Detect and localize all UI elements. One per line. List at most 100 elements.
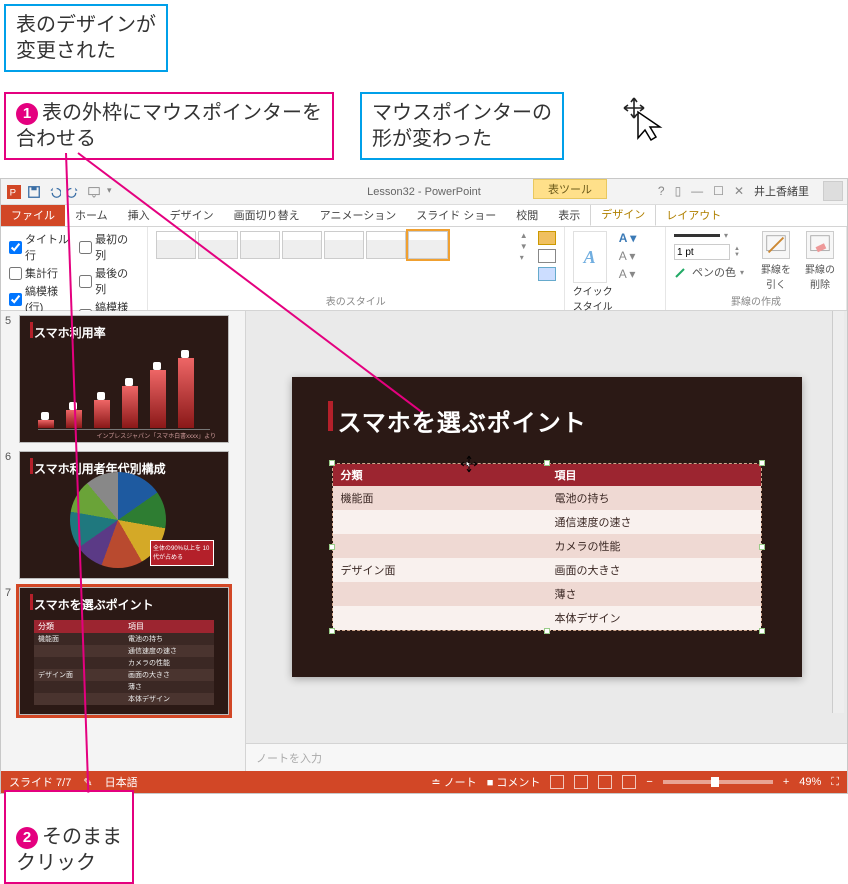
thumbnail-slide-7[interactable]: スマホを選ぶポイント 分類項目 機能面電池の持ち 通信速度の速さ カメラの性能 … — [19, 587, 229, 715]
tab-insert[interactable]: 挿入 — [118, 204, 160, 226]
redo-icon[interactable] — [67, 185, 81, 199]
tab-slideshow[interactable]: スライド ショー — [406, 204, 506, 226]
fit-window-icon[interactable]: ⛶ — [831, 776, 839, 789]
slide-canvas[interactable]: スマホを選ぶポイント 分類 項目 機能面電池の持ち 通信速度の速さ カメラの性能… — [292, 377, 802, 677]
tab-animation[interactable]: アニメーション — [310, 204, 407, 226]
step-1-badge: 1 — [16, 103, 38, 125]
thumb-6-callout: 全体の90%以上を 10代が占める — [150, 540, 214, 566]
tab-table-layout[interactable]: レイアウト — [656, 204, 731, 226]
view-sorter-icon[interactable] — [574, 775, 588, 789]
table-header-1[interactable]: 分類 — [333, 464, 547, 486]
zoom-slider[interactable] — [663, 780, 773, 784]
borders-icon[interactable] — [538, 249, 556, 263]
zoom-level[interactable]: 49% — [799, 776, 821, 788]
group-borders: 罫線の作成 — [674, 291, 838, 310]
callout-pointer-changed: マウスポインターの 形が変わった — [360, 92, 564, 160]
table-cell[interactable]: 機能面 — [333, 486, 547, 510]
tab-home[interactable]: ホーム — [65, 204, 118, 226]
view-slideshow-icon[interactable] — [622, 775, 636, 789]
slide-title[interactable]: スマホを選ぶポイント — [338, 403, 587, 438]
thumbnail-slide-5[interactable]: スマホ利用率 インプレスジャパン「スマホ白書xxxx」より — [19, 315, 229, 443]
tab-transition[interactable]: 画面切り替え — [224, 204, 310, 226]
opt-last-col[interactable]: 最後の列 — [79, 265, 139, 297]
notes-pane[interactable]: ノートを入力 — [246, 743, 847, 771]
thumb-num-7: 7 — [5, 587, 19, 715]
close-icon[interactable]: ✕ — [734, 184, 744, 198]
quick-style-button[interactable]: A — [573, 231, 607, 283]
start-slideshow-icon[interactable] — [87, 185, 101, 199]
shading-icon[interactable] — [538, 231, 556, 245]
table-cell[interactable]: 電池の持ち — [547, 486, 761, 510]
gallery-up-icon[interactable]: ▲ — [520, 231, 528, 240]
powerpoint-window: P ▾ Lesson32 - PowerPoint 表ツール ? ▯ — ☐ ✕… — [0, 178, 848, 794]
help-icon[interactable]: ? — [658, 184, 665, 198]
table-cell[interactable] — [333, 510, 547, 534]
thumb-5-attribution: インプレスジャパン「スマホ白書xxxx」より — [96, 431, 216, 440]
gallery-down-icon[interactable]: ▼ — [520, 242, 528, 251]
view-normal-icon[interactable] — [550, 775, 564, 789]
thumbnail-slide-6[interactable]: スマホ利用者年代別構成 全体の90%以上を 10代が占める — [19, 451, 229, 579]
maximize-icon[interactable]: ☐ — [713, 184, 724, 198]
pen-color-icon[interactable] — [674, 265, 688, 279]
pen-width-down[interactable]: ▼ — [734, 252, 744, 258]
table-cell[interactable]: デザイン面 — [333, 558, 547, 582]
effects-icon[interactable] — [538, 267, 556, 281]
zoom-in-button[interactable]: + — [783, 776, 789, 788]
vertical-scrollbar[interactable] — [832, 311, 844, 713]
text-fill-icon[interactable]: A ▾ — [619, 231, 637, 245]
gallery-more-icon[interactable]: ▾ — [520, 253, 528, 262]
view-reading-icon[interactable] — [598, 775, 612, 789]
user-name: 井上香緒里 — [754, 183, 809, 199]
save-icon[interactable] — [27, 185, 41, 199]
table-cell[interactable]: 画面の大きさ — [547, 558, 761, 582]
table-cell[interactable] — [333, 606, 547, 630]
step-2-badge: 2 — [16, 827, 38, 849]
tab-review[interactable]: 校閲 — [506, 204, 548, 226]
table-cell[interactable]: 薄さ — [547, 582, 761, 606]
ribbon-display-icon[interactable]: ▯ — [675, 184, 682, 198]
draw-border-button[interactable]: 罫線を 引く — [758, 231, 794, 291]
table-cell[interactable]: 本体デザイン — [547, 606, 761, 630]
tab-view[interactable]: 表示 — [548, 204, 590, 226]
opt-title-row[interactable]: タイトル行 — [9, 231, 69, 263]
table-cell[interactable]: 通信速度の速さ — [547, 510, 761, 534]
editor-pane: スマホを選ぶポイント 分類 項目 機能面電池の持ち 通信速度の速さ カメラの性能… — [246, 311, 847, 771]
move-cursor-illustration — [620, 94, 670, 144]
thumbnail-pane[interactable]: 5 スマホ利用率 インプレスジャパン「スマホ白 — [1, 311, 246, 771]
erase-border-button[interactable]: 罫線の 削除 — [802, 231, 838, 291]
thumb-5-title: スマホ利用率 — [34, 324, 106, 341]
callout-step-1: 1表の外枠にマウスポインターを合わせる — [4, 92, 334, 160]
minimize-icon[interactable]: — — [691, 184, 703, 198]
text-effects-icon[interactable]: A ▾ — [619, 267, 637, 281]
step-1-text: 表の外枠にマウスポインターを合わせる — [16, 102, 322, 150]
qat-dropdown-icon[interactable]: ▾ — [107, 185, 112, 199]
status-comments-button[interactable]: ■ コメント — [487, 774, 541, 790]
table-cell[interactable] — [333, 582, 547, 606]
opt-first-col[interactable]: 最初の列 — [79, 231, 139, 263]
table-cell[interactable]: カメラの性能 — [547, 534, 761, 558]
table-cell[interactable] — [333, 534, 547, 558]
callout-design-changed: 表のデザインが 変更された — [4, 4, 168, 72]
text-outline-icon[interactable]: A ▾ — [619, 249, 637, 263]
slide-table[interactable]: 分類 項目 機能面電池の持ち 通信速度の速さ カメラの性能 デザイン面画面の大き… — [332, 463, 762, 631]
tab-table-design[interactable]: デザイン — [590, 202, 656, 226]
quick-access-toolbar: P ▾ — [1, 185, 112, 199]
table-header-2[interactable]: 項目 — [547, 464, 761, 486]
powerpoint-icon: P — [7, 185, 21, 199]
pen-color-label: ペンの色 — [692, 264, 736, 280]
pen-width-input[interactable] — [674, 244, 730, 260]
status-notes-button[interactable]: ≐ ノート — [431, 774, 476, 790]
table-style-gallery[interactable] — [156, 231, 516, 259]
avatar[interactable] — [823, 181, 843, 201]
svg-text:P: P — [10, 187, 16, 198]
zoom-out-button[interactable]: − — [646, 776, 652, 788]
tab-file[interactable]: ファイル — [1, 204, 65, 226]
undo-icon[interactable] — [47, 185, 61, 199]
pen-style-icon[interactable] — [674, 234, 720, 237]
contextual-tab-header: 表ツール — [533, 179, 607, 199]
erase-border-icon — [806, 231, 834, 259]
status-language[interactable]: 日本語 — [105, 774, 138, 790]
callout-step-2: 2そのまま クリック — [4, 790, 134, 884]
opt-total-row[interactable]: 集計行 — [9, 265, 69, 281]
group-table-styles: 表のスタイル — [156, 291, 556, 310]
